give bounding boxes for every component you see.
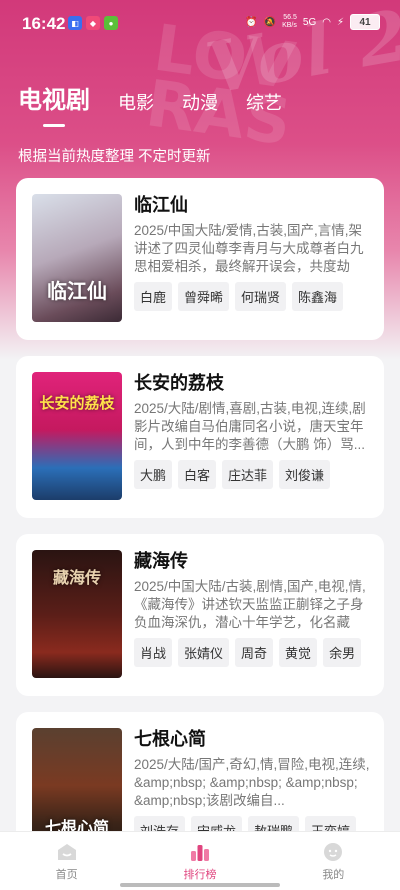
item-description: &amp;nbsp; &amp;nbsp; &amp;nbsp; &amp;nb… xyxy=(134,775,358,808)
cast-tags: 肖战 张婧仪 周奇 黄觉 余男 xyxy=(134,638,370,667)
poster-title: 临江仙 xyxy=(47,279,107,303)
item-description: 《藏海传》讲述钦天监监正蒯铎之子身负血海深仇，潜心十年学艺，化名藏海... xyxy=(134,597,364,630)
tab-tv[interactable]: 电视剧 xyxy=(18,80,90,127)
cast-tag[interactable]: 周奇 xyxy=(235,638,274,667)
cast-tag[interactable]: 陈鑫海 xyxy=(292,282,344,311)
item-meta: 2025/中国大陆/爱情,古装,国产,言情,架 xyxy=(134,223,363,238)
list-item[interactable]: 临江仙 临江仙 2025/中国大陆/爱情,古装,国产,言情,架 讲述了四灵仙尊李… xyxy=(16,178,384,340)
status-right: ⏰ 🔕 56.5 KB/s 5G ◠ ⚡ 41 xyxy=(245,14,380,30)
battery-icon: 41 xyxy=(350,14,380,30)
item-meta: 2025/中国大陆/古装,剧情,国产,电视,情, xyxy=(134,579,366,594)
item-description: 影片改编自马伯庸同名小说，唐天宝年间，人到中年的李善德（大鹏 饰）骂... xyxy=(134,419,366,452)
list-item[interactable]: 藏海传 藏海传 2025/中国大陆/古装,剧情,国产,电视,情, 《藏海传》讲述… xyxy=(16,534,384,696)
cast-tag[interactable]: 何瑞贤 xyxy=(235,282,287,311)
poster-title: 长安的荔枝 xyxy=(39,394,115,412)
app-notification-icon: ◧ xyxy=(68,16,82,30)
item-title: 藏海传 xyxy=(134,551,188,571)
bottom-navigation: 首页 排行榜 我的 xyxy=(0,831,400,890)
app-notification-icon: ◆ xyxy=(86,16,100,30)
tab-variety[interactable]: 综艺 xyxy=(246,89,282,115)
cast-tag[interactable]: 大鹏 xyxy=(134,460,173,489)
cast-tag[interactable]: 余男 xyxy=(323,638,362,667)
nav-profile-label: 我的 xyxy=(322,869,345,881)
cast-tag[interactable]: 白鹿 xyxy=(134,282,173,311)
tab-movie[interactable]: 电影 xyxy=(118,89,154,115)
status-time: 16:42 xyxy=(22,14,66,33)
tab-anime[interactable]: 动漫 xyxy=(182,89,218,115)
item-description: 讲述了四灵仙尊李青月与大成尊者白九思相爱相杀，最终解开误会，共度劫难... xyxy=(134,241,364,274)
nav-profile[interactable]: 我的 xyxy=(267,832,400,890)
poster-image: 临江仙 xyxy=(32,194,122,322)
item-title: 临江仙 xyxy=(134,195,188,215)
alarm-icon: ⏰ xyxy=(245,16,258,28)
item-meta: 2025/大陆/国产,奇幻,情,冒险,电视,连续, xyxy=(134,757,370,772)
nav-home-label: 首页 xyxy=(55,869,78,881)
poster-image: 长安的荔枝 xyxy=(32,372,122,500)
cast-tag[interactable]: 黄觉 xyxy=(279,638,318,667)
mute-icon: 🔕 xyxy=(263,16,277,28)
status-bar: 16:42 ◧ ◆ ● ⏰ 🔕 56.5 KB/s 5G ◠ ⚡ 41 xyxy=(0,0,400,48)
cast-tag[interactable]: 刘俊谦 xyxy=(279,460,331,489)
ranking-list: 临江仙 临江仙 2025/中国大陆/爱情,古装,国产,言情,架 讲述了四灵仙尊李… xyxy=(16,178,384,890)
net-speed: 56.5 KB/s xyxy=(282,14,297,29)
wifi-icon: ◠ xyxy=(322,16,331,28)
nav-ranking[interactable]: 排行榜 xyxy=(133,832,266,890)
item-title: 七根心简 xyxy=(134,729,206,749)
page-subtitle: 根据当前热度整理 不定时更新 xyxy=(18,149,211,165)
cast-tags: 白鹿 曾舜晞 何瑞贤 陈鑫海 xyxy=(134,282,370,311)
home-indicator[interactable] xyxy=(120,883,280,887)
cast-tag[interactable]: 白客 xyxy=(178,460,217,489)
charging-icon: ⚡ xyxy=(336,16,344,28)
status-notification-icons: ◧ ◆ ● xyxy=(68,16,118,30)
cast-tag[interactable]: 曾舜晞 xyxy=(178,282,230,311)
home-icon xyxy=(57,844,76,860)
signal-icon: 5G xyxy=(302,16,317,28)
list-item[interactable]: 长安的荔枝 长安的荔枝 2025/大陆/剧情,喜剧,古装,电视,连续,剧 影片改… xyxy=(16,356,384,518)
app-notification-icon: ● xyxy=(104,16,118,30)
ranking-icon xyxy=(190,845,209,861)
nav-home[interactable]: 首页 xyxy=(0,832,133,890)
cast-tag[interactable]: 庄达菲 xyxy=(222,460,274,489)
profile-icon xyxy=(324,843,343,861)
cast-tag[interactable]: 肖战 xyxy=(134,638,173,667)
item-meta: 2025/大陆/剧情,喜剧,古装,电视,连续,剧 xyxy=(134,401,366,416)
item-title: 长安的荔枝 xyxy=(134,373,224,393)
cast-tag[interactable]: 张婧仪 xyxy=(178,638,230,667)
cast-tags: 大鹏 白客 庄达菲 刘俊谦 xyxy=(134,460,370,489)
poster-image: 藏海传 xyxy=(32,550,122,678)
nav-ranking-label: 排行榜 xyxy=(183,869,217,881)
category-tabs: 电视剧 电影 动漫 综艺 xyxy=(18,80,310,127)
poster-title: 藏海传 xyxy=(52,568,101,587)
